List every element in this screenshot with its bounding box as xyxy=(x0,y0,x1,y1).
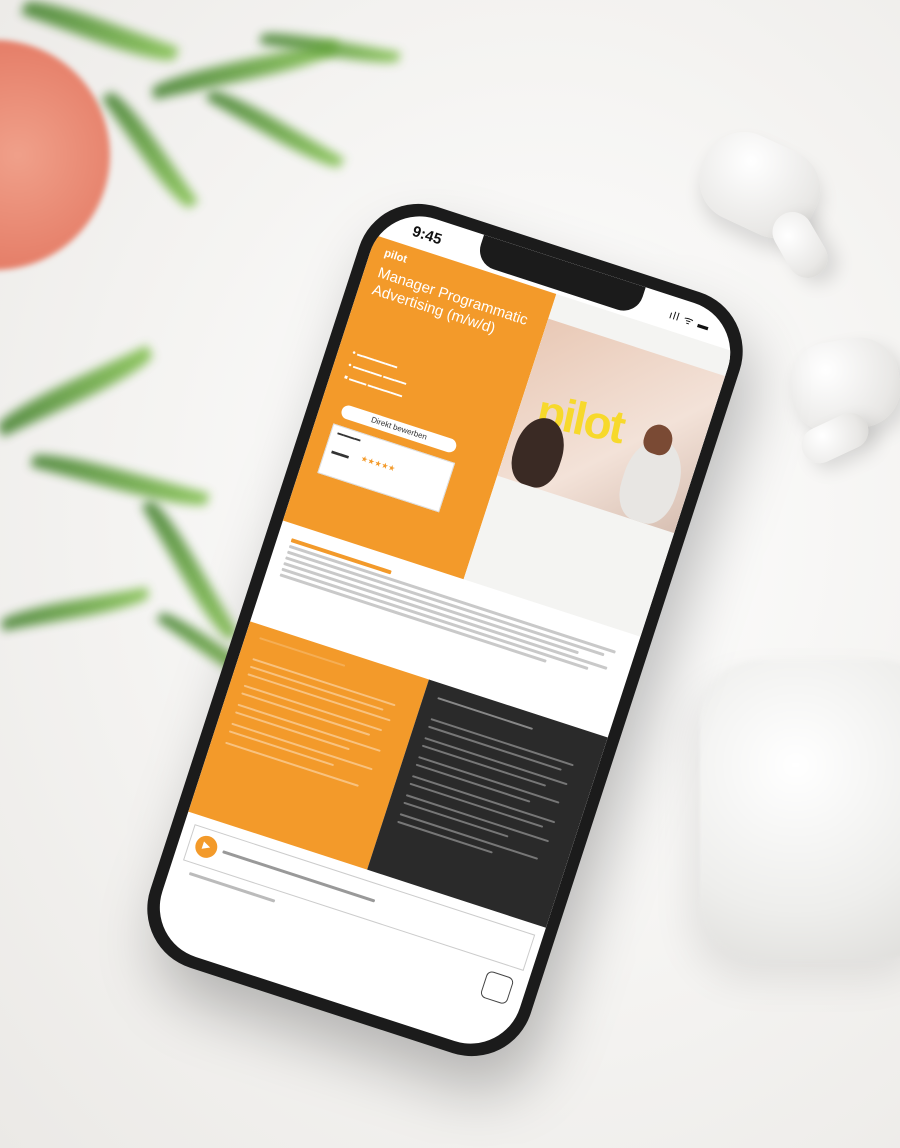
play-icon[interactable]: ▶ xyxy=(192,832,221,861)
text-line xyxy=(428,725,562,771)
earbuds-case xyxy=(700,660,900,960)
company-logo: pilot xyxy=(382,247,409,266)
plant-leaf xyxy=(141,495,239,645)
text-line xyxy=(243,684,383,732)
rating-title: ▬▬▬▬ xyxy=(336,430,362,444)
text-line xyxy=(259,637,346,667)
plant-leaf xyxy=(0,587,151,631)
rating-stars: ★★★★★ xyxy=(359,453,397,474)
plant-leaf xyxy=(30,447,210,513)
plant-pot xyxy=(0,40,110,270)
chat-icon[interactable] xyxy=(479,969,515,1006)
text-line xyxy=(430,718,574,767)
text-line xyxy=(424,737,568,786)
plant-leaf xyxy=(101,86,199,214)
plant-leaf xyxy=(0,345,157,437)
signal-icons: ıll ᯤ ▬ xyxy=(667,309,712,334)
text-line xyxy=(225,741,359,787)
plant-leaf xyxy=(205,83,345,175)
text-line xyxy=(399,813,539,860)
rating-score: ▬▬ xyxy=(330,445,351,461)
text-line xyxy=(249,665,384,711)
status-time: 9:45 xyxy=(410,222,444,249)
